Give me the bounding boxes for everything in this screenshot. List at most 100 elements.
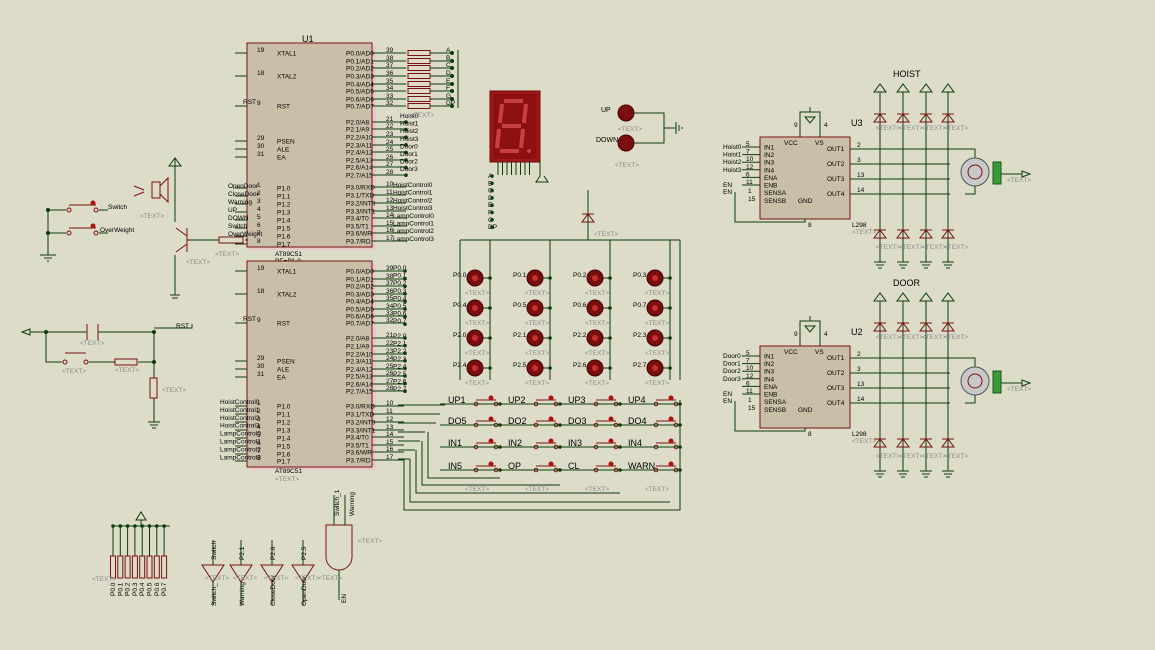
led-matrix: P0.0 <TEXT> P0.1 <TEXT> P0.2 <TEXT> P0.3 <TEXT>…	[453, 239, 681, 387]
u1-lpin-name: P1.6	[277, 234, 291, 241]
lower-mcu-p0-nets: P0.0P0.1P0.2P0.3P0.4P0.5P0.6P0.7P2.0P2.1…	[393, 265, 407, 393]
lower-rpin-name: P3.1/TXD	[346, 412, 374, 419]
keypad-knob	[608, 438, 614, 444]
driver-en-net: EN	[723, 391, 732, 398]
p0-resistor	[407, 58, 431, 64]
driver-pin9: 9	[794, 122, 798, 129]
driver-input-net: Hoist1	[723, 152, 742, 159]
lower-lpin-num: 30	[257, 363, 265, 370]
matrix-led-text: <TEXT>	[585, 350, 609, 357]
driver-sensa-num: 1	[748, 188, 752, 195]
u1-p2-net: Hoist2	[400, 128, 419, 135]
driver-ground	[874, 261, 886, 269]
u1-rpin-num: 27	[386, 161, 394, 168]
matrix-led-text: <TEXT>	[525, 290, 549, 297]
keypad-knob	[608, 461, 614, 467]
updown-indicators: UP DOWN <TEXT> <TEXT>	[596, 104, 683, 169]
u1-rpin-num: 32	[386, 100, 394, 107]
matrix-dot	[608, 366, 612, 370]
buffer-out-label: Switch_	[211, 583, 218, 606]
seg-letter: A	[446, 47, 451, 54]
driver-in-name: IN2	[764, 152, 775, 159]
driver-in-name: ENA	[764, 175, 778, 182]
driver-diode-text: <TEXT>	[899, 334, 923, 341]
lower-p2-dot	[403, 381, 407, 386]
driver-in-name: IN1	[764, 145, 775, 152]
mcu-u1[interactable]: U1 AT89C51 PE=P1.0 19XTAL118XTAL29RST29P…	[228, 34, 434, 265]
u1-rpin-name: P2.0/A8	[346, 120, 370, 127]
u1-p3-nets: HoistControl0HoistControl1HoistControl2H…	[393, 182, 434, 243]
matrix-led-core	[592, 335, 598, 341]
keypad-knob	[488, 461, 494, 467]
rpack-res	[139, 555, 146, 579]
lower-rpin-name: P3.4/T0	[346, 435, 369, 442]
driver-pin9: 9	[794, 331, 798, 338]
matrix-led-core	[532, 335, 538, 341]
driver-in-num: 7	[746, 149, 750, 156]
mcu-lower[interactable]: AT89C51 <TEXT> 19 XTAL118 XTAL29 RST29 PSEN3…	[220, 260, 407, 483]
keypad-knob	[488, 395, 494, 401]
u1-p1-net: Warning	[228, 199, 252, 206]
rpack-res	[161, 555, 168, 579]
u1-lpin-name: EA	[277, 155, 286, 162]
u1-rpin-num: 36	[386, 70, 394, 77]
driver-out-name: OUT1	[827, 355, 845, 362]
u1-lpin-name: P1.5	[277, 226, 291, 233]
u1-p1-net: DOWN	[228, 215, 249, 222]
rpack-pin: P0.6	[154, 582, 161, 596]
matrix-led-text: <TEXT>	[525, 380, 549, 387]
lower-rpin-name: P3.2/INT0	[346, 420, 376, 427]
lower-rpin-num: 12	[386, 416, 394, 423]
driver-title: HOIST	[893, 69, 921, 79]
driver-in-num: 6	[746, 380, 750, 387]
u1-rpin-name: P2.1/A9	[346, 127, 370, 134]
driver-ground	[897, 470, 909, 478]
rpack-res	[117, 555, 124, 579]
lower-p0-dot	[403, 322, 407, 327]
u1-rpin-num: 21	[386, 116, 394, 123]
driver-out-name: OUT4	[827, 400, 845, 407]
driver-in-name: IN2	[764, 361, 775, 368]
driver-door-u2[interactable]: DOORU2VCC VSIN15IN27IN310IN412ENA6ENB11Do…	[723, 278, 1032, 478]
driver-supply	[799, 316, 821, 346]
keypad-knob	[668, 438, 674, 444]
u1-lpin-num: 4	[257, 206, 261, 213]
matrix-led-core	[592, 305, 598, 311]
driver-pin8: 8	[808, 431, 812, 438]
lower-rpin-name: P0.6/AD6	[346, 314, 374, 321]
driver-in-num: 10	[746, 156, 754, 163]
driver-sensa-num: 1	[748, 397, 752, 404]
lower-p1-net: HoistControl1	[220, 407, 260, 414]
lower-lpin-name: P1.6	[277, 452, 291, 459]
u1-lpin-name: P1.7	[277, 242, 291, 249]
u1-rpin-name: P0.1/AD1	[346, 59, 374, 66]
driver-sensb: SENSB	[764, 198, 786, 205]
driver-ground	[897, 261, 909, 269]
buzzer-text: <TEXT>	[140, 213, 164, 220]
keypad-knob	[668, 461, 674, 467]
keypad-text: <TEXT>	[465, 486, 489, 493]
lower-rpin-name: P0.1/AD1	[346, 277, 374, 284]
lower-p1-net: HoistControl0	[220, 399, 260, 406]
u1-part: AT89C51	[275, 251, 302, 258]
lower-rpin-name: P2.4/A12	[346, 367, 373, 374]
u1-rpin-name: P3.0/RXD	[346, 185, 375, 192]
lower-lpin-name: P1.7	[277, 459, 291, 466]
driver-out-name: OUT3	[827, 385, 845, 392]
u1-rpin-num: 33	[386, 93, 394, 100]
lower-rpin-name: P0.4/AD4	[346, 299, 374, 306]
driver-in-name: ENA	[764, 384, 778, 391]
lower-rpin-name: P3.0/RXD	[346, 404, 375, 411]
u1-p2-net: Hoist3	[400, 136, 419, 143]
driver-in-name: IN4	[764, 167, 775, 174]
u1-lpin-name: P1.4	[277, 218, 291, 225]
u1-p2-net: Hoist1	[400, 121, 419, 128]
matrix-led-text: <TEXT>	[465, 320, 489, 327]
driver-in-name: ENB	[764, 392, 777, 399]
driver-in-num: 11	[746, 179, 753, 186]
lower-rpin-num: 16	[386, 446, 394, 453]
driver-input-net: Hoist3	[723, 167, 742, 174]
driver-hoist-u3[interactable]: HOISTU3VCC VSIN15IN27IN310IN412ENA6ENB11H…	[723, 69, 1032, 269]
matrix-led-core	[472, 275, 478, 281]
driver-diode-text: <TEXT>	[922, 453, 946, 460]
